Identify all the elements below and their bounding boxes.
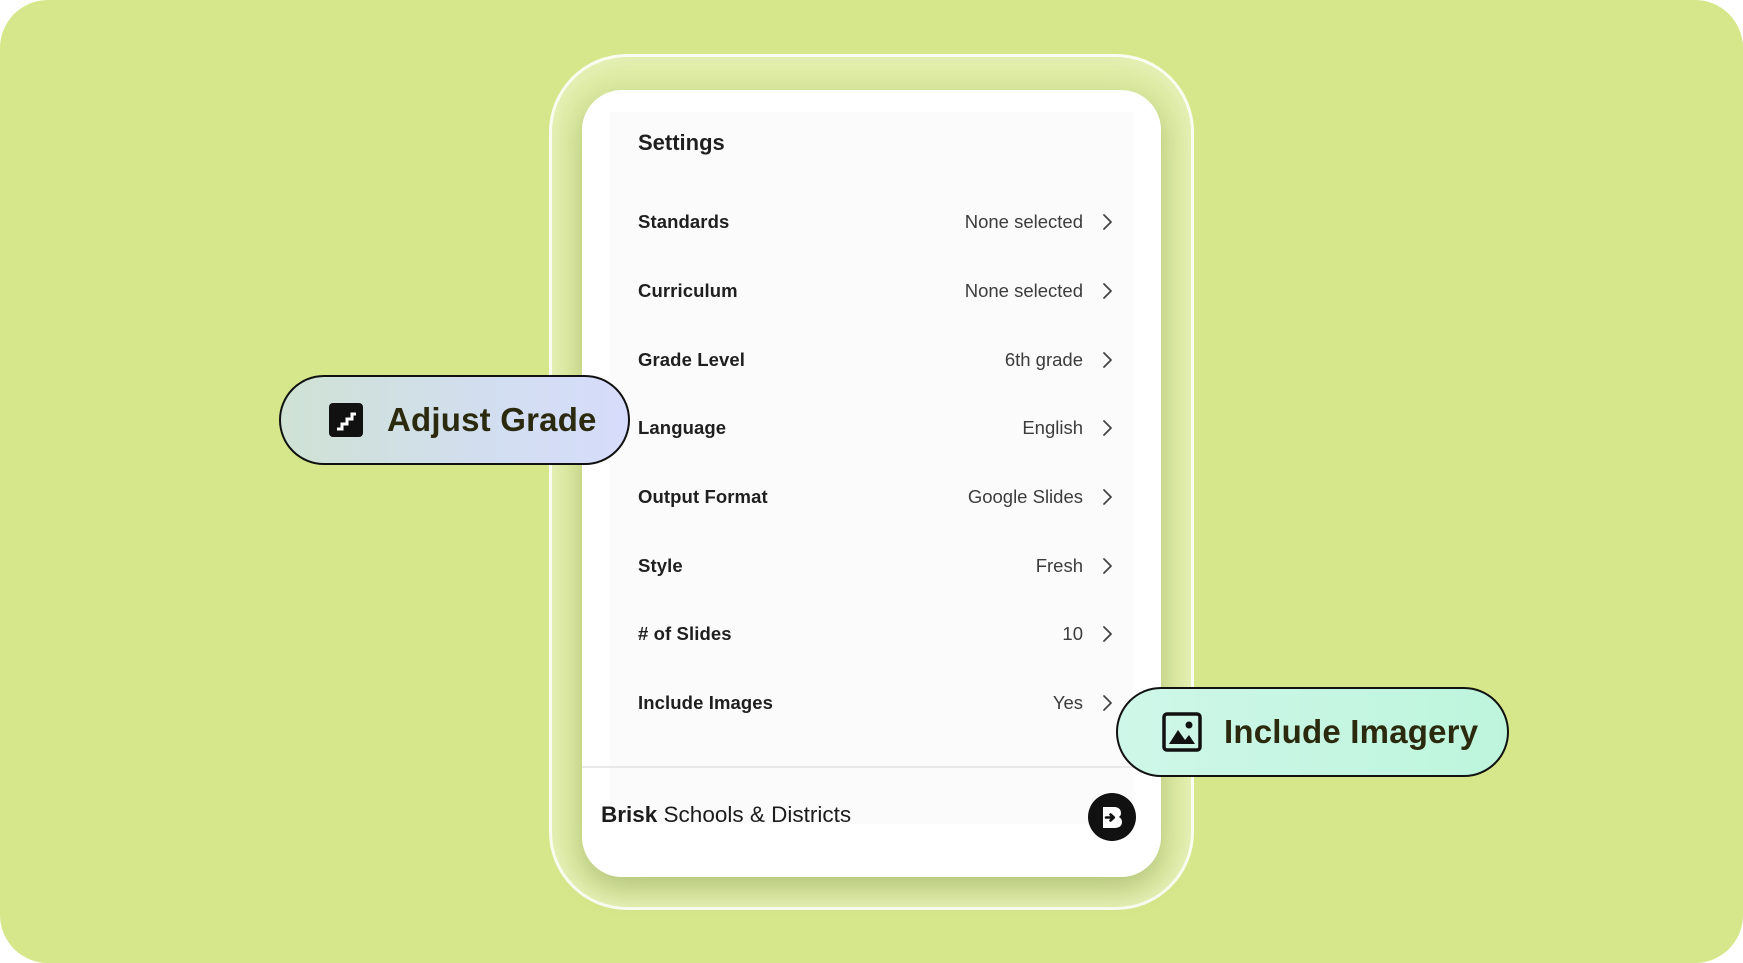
setting-row-output-format[interactable]: Output Format Google Slides <box>638 463 1113 532</box>
setting-row-style[interactable]: Style Fresh <box>638 531 1113 600</box>
setting-value: Yes <box>1052 692 1083 714</box>
chevron-right-icon <box>1103 283 1112 299</box>
include-imagery-label: Include Imagery <box>1224 713 1479 750</box>
adjust-grade-label: Adjust Grade <box>387 401 597 438</box>
setting-label: Include Images <box>638 692 774 714</box>
chevron-right-icon <box>1103 351 1112 368</box>
setting-label: Style <box>638 554 683 576</box>
brand-subtitle: Schools & Districts <box>657 802 852 827</box>
image-icon <box>1162 712 1202 752</box>
setting-label: Curriculum <box>638 280 738 302</box>
settings-card: Settings Standards None selected Curricu… <box>582 90 1161 877</box>
stairs-icon <box>329 403 363 437</box>
setting-row-include-images[interactable]: Include Images Yes <box>638 669 1113 738</box>
brisk-b-glyph-icon <box>1103 807 1122 828</box>
setting-value: English <box>1022 417 1083 439</box>
setting-value: Fresh <box>1035 554 1083 576</box>
setting-row-standards[interactable]: Standards None selected <box>638 188 1113 257</box>
include-imagery-callout[interactable]: Include Imagery <box>1116 687 1509 777</box>
chevron-right-icon <box>1103 420 1112 437</box>
footer-brand-text: Brisk Schools & Districts <box>601 802 851 828</box>
setting-value: None selected <box>964 280 1083 302</box>
adjust-grade-callout[interactable]: Adjust Grade <box>279 375 630 465</box>
chevron-right-icon <box>1103 626 1112 643</box>
background-canvas: Settings Standards None selected Curricu… <box>0 0 1743 963</box>
setting-label: Language <box>638 417 727 439</box>
setting-label: Output Format <box>638 486 768 508</box>
setting-value: Google Slides <box>967 486 1083 508</box>
setting-value: 10 <box>1062 623 1083 645</box>
setting-row-curriculum[interactable]: Curriculum None selected <box>638 257 1113 326</box>
setting-label: # of Slides <box>638 623 732 645</box>
settings-title: Settings <box>638 130 725 155</box>
setting-row-grade-level[interactable]: Grade Level 6th grade <box>638 325 1113 394</box>
setting-value: None selected <box>964 211 1083 233</box>
footer-divider <box>582 766 1161 768</box>
chevron-right-icon <box>1103 489 1112 505</box>
chevron-right-icon <box>1103 695 1112 712</box>
setting-value: 6th grade <box>1004 348 1083 370</box>
brisk-logo-icon[interactable] <box>1088 793 1136 841</box>
chevron-right-icon <box>1103 557 1112 574</box>
setting-row-language[interactable]: Language English <box>638 394 1113 463</box>
brand-name: Brisk <box>601 802 658 827</box>
setting-label: Grade Level <box>638 348 746 370</box>
settings-list: Standards None selected Curriculum None … <box>638 188 1113 738</box>
chevron-right-icon <box>1103 214 1112 231</box>
setting-row-num-slides[interactable]: # of Slides 10 <box>638 600 1113 669</box>
setting-label: Standards <box>638 211 730 233</box>
